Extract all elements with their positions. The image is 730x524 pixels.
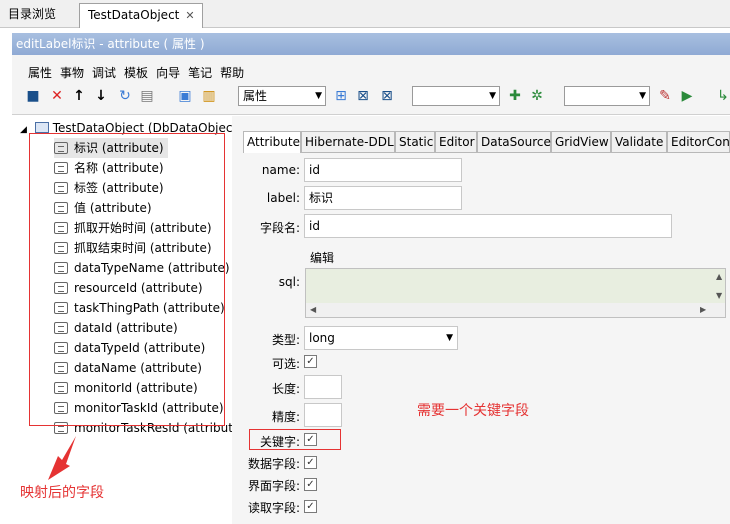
data-field-checkbox[interactable]: ✓ bbox=[304, 456, 317, 469]
name-label: name: bbox=[261, 163, 300, 177]
sql-label: sql: bbox=[278, 275, 300, 289]
nullable-label: 可选: bbox=[271, 357, 300, 371]
arrow-to-tree bbox=[48, 436, 76, 480]
read-field-label: 读取字段: bbox=[247, 501, 300, 515]
label-label: label: bbox=[266, 191, 300, 205]
length-label: 长度: bbox=[271, 382, 300, 396]
nullable-checkbox[interactable]: ✓ bbox=[304, 355, 317, 368]
precision-input[interactable] bbox=[304, 403, 342, 427]
key-field-label: 关键字: bbox=[259, 435, 300, 449]
label-input[interactable]: 标识 bbox=[304, 186, 462, 210]
ui-field-checkbox[interactable]: ✓ bbox=[304, 478, 317, 491]
annotation-mapped-fields: 映射后的字段 bbox=[20, 485, 104, 501]
chevron-down-icon: ▼ bbox=[446, 333, 453, 343]
tab-static[interactable]: Static bbox=[395, 131, 435, 153]
tab-editor[interactable]: Editor bbox=[435, 131, 477, 153]
length-input[interactable] bbox=[304, 375, 342, 399]
name-input[interactable]: id bbox=[304, 158, 462, 182]
tab-hibernate-ddl[interactable]: Hibernate-DDL bbox=[301, 131, 395, 153]
type-label: 类型: bbox=[271, 333, 300, 347]
edit-link[interactable]: 编辑 bbox=[310, 249, 334, 266]
sql-horizontal-scrollbar[interactable] bbox=[306, 303, 725, 317]
key-field-checkbox[interactable]: ✓ bbox=[304, 433, 317, 446]
tab-editorconfig[interactable]: EditorCon bbox=[667, 131, 730, 153]
tab-attribute[interactable]: Attribute bbox=[243, 131, 301, 153]
scroll-down-icon[interactable]: ▼ bbox=[716, 291, 722, 300]
field-name-label: 字段名: bbox=[259, 221, 300, 235]
annotation-need-key: 需要一个关键字段 bbox=[417, 403, 529, 419]
tab-validate[interactable]: Validate bbox=[611, 131, 667, 153]
ui-field-label: 界面字段: bbox=[247, 479, 300, 493]
tab-gridview[interactable]: GridView bbox=[551, 131, 611, 153]
tab-datasource[interactable]: DataSource bbox=[477, 131, 551, 153]
type-value: long bbox=[309, 331, 335, 345]
type-select[interactable]: long ▼ bbox=[304, 326, 458, 350]
data-field-label: 数据字段: bbox=[247, 457, 300, 471]
scroll-up-icon[interactable]: ▲ bbox=[716, 272, 722, 281]
field-name-input[interactable]: id bbox=[304, 214, 672, 238]
read-field-checkbox[interactable]: ✓ bbox=[304, 500, 317, 513]
scroll-left-icon[interactable]: ◀ bbox=[310, 305, 316, 314]
precision-label: 精度: bbox=[271, 410, 300, 424]
scroll-right-icon[interactable]: ▶ bbox=[700, 305, 706, 314]
